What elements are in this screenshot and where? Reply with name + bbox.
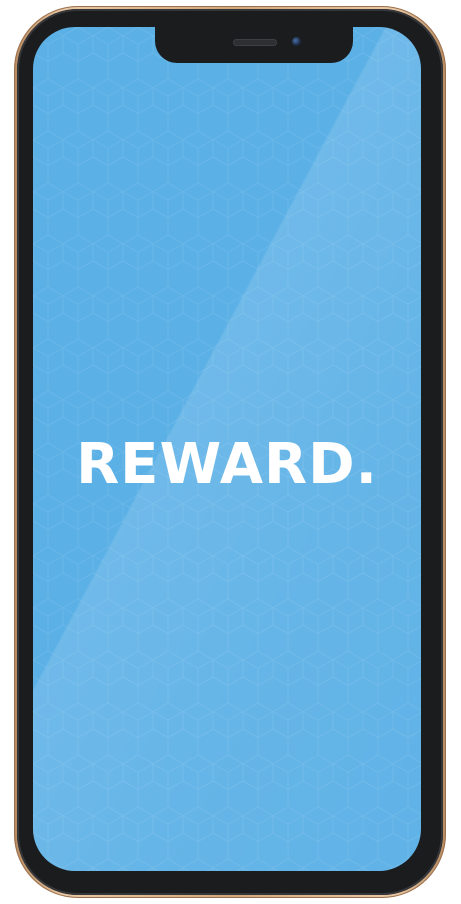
headline-text: REWARD.	[76, 432, 378, 497]
earpiece-speaker	[233, 39, 277, 46]
phone-frame: REWARD.	[14, 6, 446, 898]
notch	[155, 27, 353, 63]
phone-screen[interactable]: REWARD.	[33, 27, 421, 871]
front-camera-icon	[292, 37, 301, 46]
